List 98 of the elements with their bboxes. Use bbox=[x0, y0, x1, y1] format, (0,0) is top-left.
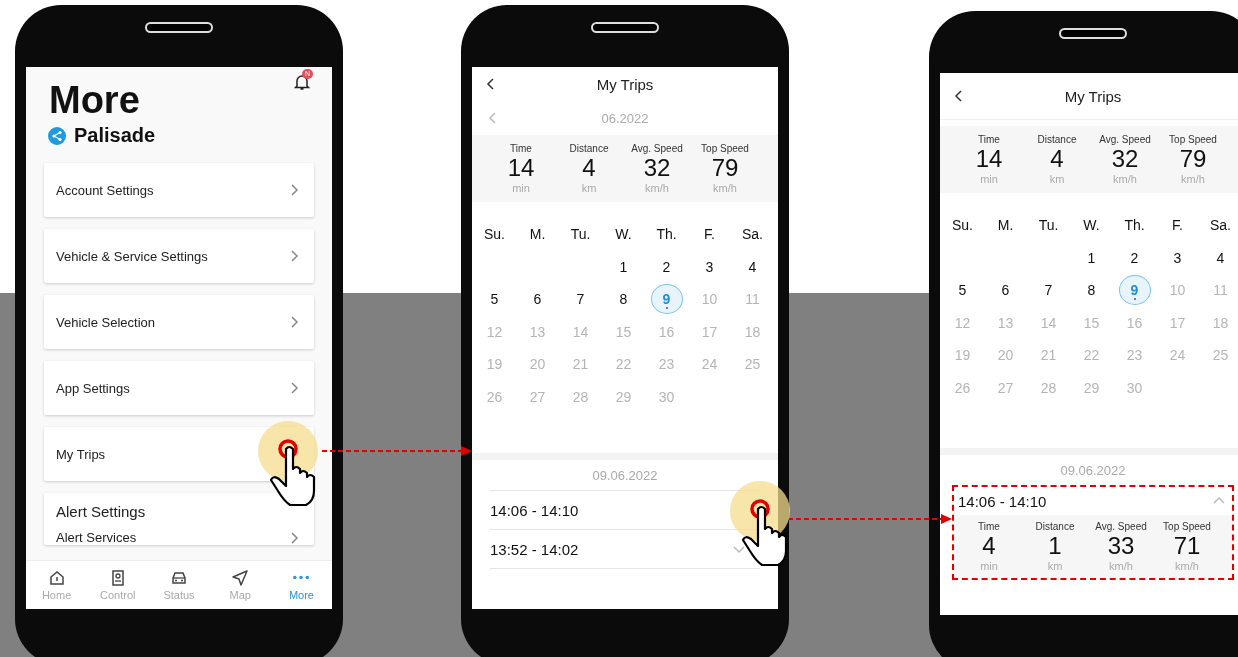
stat-value: 71 bbox=[1173, 532, 1201, 560]
menu-item[interactable]: Alert Services bbox=[56, 520, 302, 545]
menu-item[interactable]: Account Settings bbox=[44, 163, 314, 217]
stat-label: Time bbox=[978, 134, 1000, 145]
calendar-day[interactable]: 5 bbox=[946, 275, 979, 306]
speaker-grille bbox=[1059, 28, 1127, 39]
speaker-grille bbox=[145, 22, 213, 33]
stat-value: 1 bbox=[1048, 532, 1062, 560]
stat-unit: min bbox=[512, 182, 530, 194]
page-title: More bbox=[49, 78, 140, 122]
speaker-grille bbox=[591, 22, 659, 33]
weekday-label: F. bbox=[704, 226, 715, 243]
stat-unit: km/h bbox=[1113, 173, 1137, 185]
stat-unit: km bbox=[1047, 560, 1063, 572]
car-icon bbox=[170, 569, 188, 587]
stat-value: 4 bbox=[582, 154, 596, 182]
calendar-day[interactable]: 2 bbox=[1118, 242, 1151, 273]
menu-item[interactable]: Vehicle Selection bbox=[44, 295, 314, 349]
stat-unit: km/h bbox=[645, 182, 669, 194]
stat-label: Top Speed bbox=[1163, 521, 1211, 532]
calendar-day[interactable]: 6 bbox=[521, 284, 554, 315]
stat-unit: km/h bbox=[1175, 560, 1199, 572]
nav-tab[interactable]: Control bbox=[87, 561, 149, 609]
calendar-day[interactable]: 5 bbox=[478, 284, 511, 315]
weekday-label: Su. bbox=[484, 226, 505, 243]
weekday-label: Sa. bbox=[1210, 217, 1231, 234]
stat-unit: km bbox=[1049, 173, 1065, 185]
calendar-day[interactable]: 1 bbox=[1075, 242, 1108, 273]
calendar-day[interactable]: 9 bbox=[1118, 275, 1151, 306]
navigation-arrow-icon bbox=[231, 569, 250, 587]
stat-label: Avg. Speed bbox=[1099, 134, 1151, 145]
weekday-label: M. bbox=[997, 217, 1014, 234]
calendar-day[interactable]: 8 bbox=[1075, 275, 1108, 306]
calendar-day[interactable]: 7 bbox=[564, 284, 597, 315]
month-label: 06.2022 bbox=[600, 110, 650, 126]
stat-label: Time bbox=[978, 521, 1000, 532]
weekday-label: Th. bbox=[656, 226, 677, 243]
calendar-day[interactable]: 2 bbox=[650, 251, 683, 282]
stat-value: 79 bbox=[1179, 145, 1207, 173]
stat-label: Distance bbox=[1035, 521, 1075, 532]
stat-unit: km bbox=[581, 182, 597, 194]
calendar-day[interactable]: 1 bbox=[607, 251, 640, 282]
weekday-label: F. bbox=[1172, 217, 1183, 234]
nav-tab[interactable]: Status bbox=[148, 561, 210, 609]
weekday-label: Tu. bbox=[570, 226, 591, 243]
stat-label: Avg. Speed bbox=[631, 143, 683, 154]
stat-value: 4 bbox=[1050, 145, 1064, 173]
menu-item[interactable]: App Settings bbox=[44, 361, 314, 415]
share-icon[interactable] bbox=[48, 126, 66, 145]
stat-unit: min bbox=[980, 560, 998, 572]
trip-time[interactable]: 13:52 - 14:02 bbox=[490, 540, 579, 558]
weekday-label: Th. bbox=[1124, 217, 1145, 234]
stat-unit: km/h bbox=[1181, 173, 1205, 185]
trip-time[interactable]: 14:06 - 14:10 bbox=[490, 501, 579, 519]
screen-title: My Trips bbox=[595, 75, 655, 93]
stat-unit: min bbox=[980, 173, 998, 185]
weekday-label: M. bbox=[529, 226, 546, 243]
calendar-day[interactable]: 9 bbox=[650, 284, 683, 315]
stat-value: 4 bbox=[982, 532, 996, 560]
stat-label: Distance bbox=[1037, 134, 1077, 145]
date-heading: 09.06.2022 bbox=[1059, 462, 1127, 480]
stat-label: Top Speed bbox=[1169, 134, 1217, 145]
stat-value: 32 bbox=[643, 154, 671, 182]
section-title: Alert Settings bbox=[56, 503, 147, 520]
stat-value: 79 bbox=[711, 154, 739, 182]
stat-value: 14 bbox=[975, 145, 1003, 173]
stat-label: Time bbox=[510, 143, 532, 154]
weekday-label: Su. bbox=[952, 217, 973, 234]
calendar-day[interactable]: 4 bbox=[736, 251, 769, 282]
vehicle-name: Palisade bbox=[74, 124, 156, 147]
calendar-day[interactable]: 6 bbox=[989, 275, 1022, 306]
stat-unit: km/h bbox=[713, 182, 737, 194]
bell-icon[interactable] bbox=[294, 73, 310, 91]
stat-label: Distance bbox=[569, 143, 609, 154]
more-dots-icon bbox=[292, 575, 311, 580]
screen-title: My Trips bbox=[1063, 87, 1123, 105]
nav-tab[interactable]: Map bbox=[209, 561, 271, 609]
weekday-label: W. bbox=[615, 226, 632, 243]
calendar-day[interactable]: 4 bbox=[1204, 242, 1237, 273]
menu-item[interactable]: Vehicle & Service Settings bbox=[44, 229, 314, 283]
date-heading: 09.06.2022 bbox=[591, 467, 659, 485]
calendar-day[interactable]: 8 bbox=[607, 284, 640, 315]
calendar-day[interactable]: 3 bbox=[693, 251, 726, 282]
weekday-label: W. bbox=[1083, 217, 1100, 234]
home-icon bbox=[47, 569, 66, 587]
weekday-label: Tu. bbox=[1038, 217, 1059, 234]
stat-value: 14 bbox=[507, 154, 535, 182]
nav-tab[interactable]: More bbox=[270, 561, 332, 609]
trip-time[interactable]: 14:06 - 14:10 bbox=[958, 492, 1047, 510]
weekday-label: Sa. bbox=[742, 226, 763, 243]
stat-value: 33 bbox=[1107, 532, 1135, 560]
stat-label: Top Speed bbox=[701, 143, 749, 154]
stat-unit: km/h bbox=[1109, 560, 1133, 572]
calendar-day[interactable]: 7 bbox=[1032, 275, 1065, 306]
calendar-day[interactable]: 3 bbox=[1161, 242, 1194, 273]
nav-tab[interactable]: Home bbox=[26, 561, 88, 609]
stat-value: 32 bbox=[1111, 145, 1139, 173]
stat-label: Avg. Speed bbox=[1095, 521, 1147, 532]
